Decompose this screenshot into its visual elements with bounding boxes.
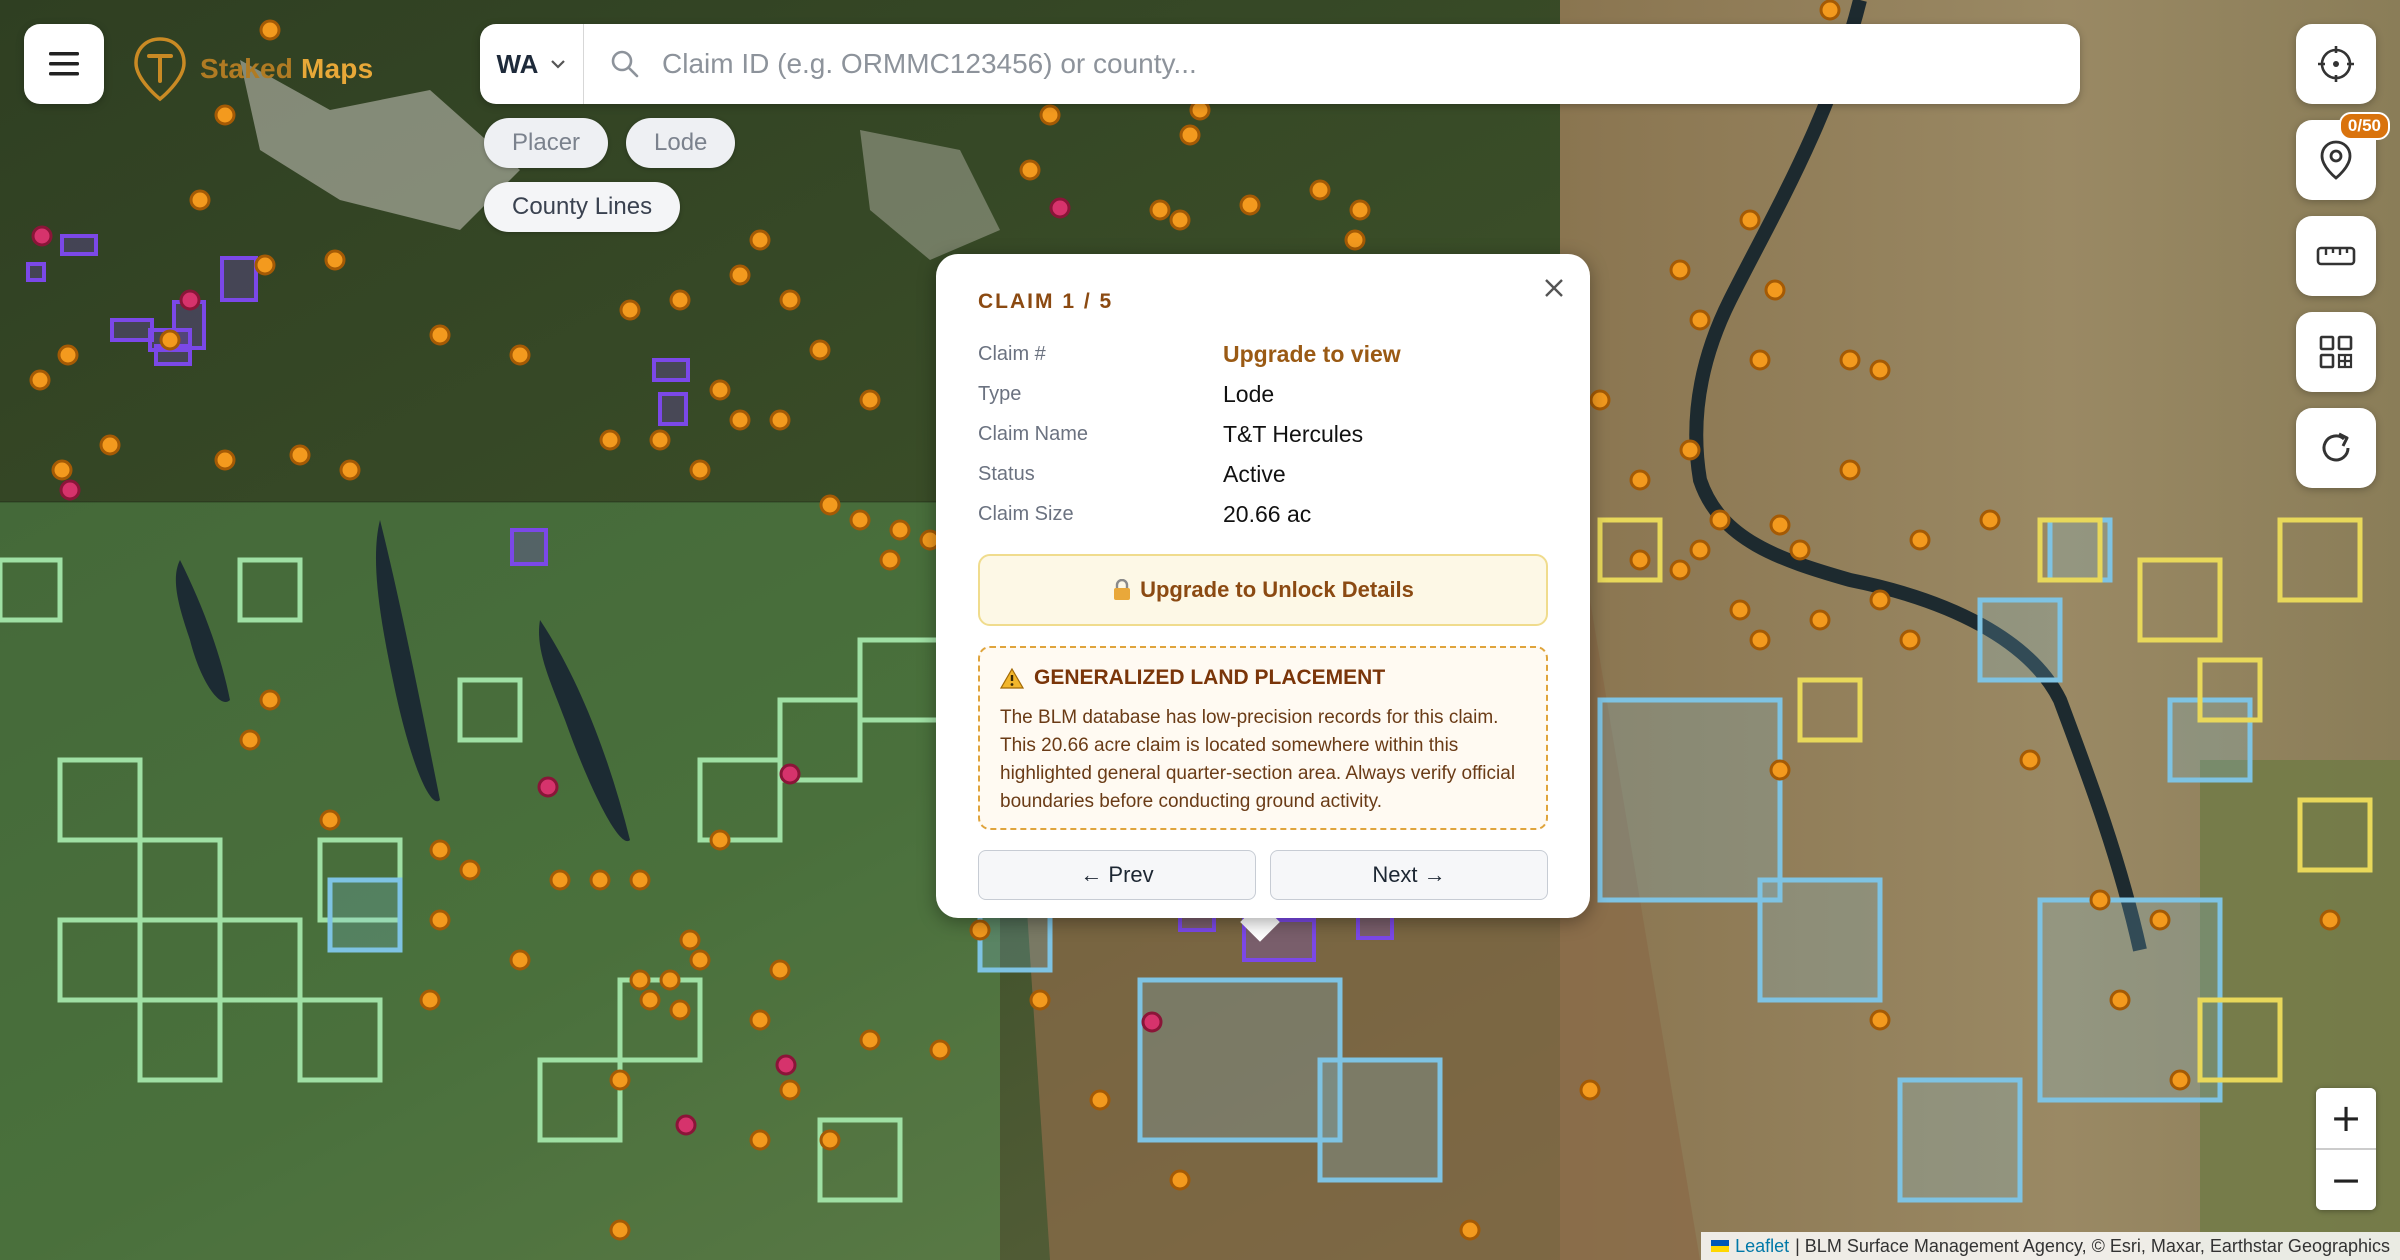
field-row: Claim Size 20.66 ac xyxy=(978,494,1548,534)
chevron-down-icon xyxy=(551,60,566,69)
field-label: Claim Size xyxy=(978,502,1074,525)
field-label: Status xyxy=(978,462,1035,485)
field-row: Claim Name T&T Hercules xyxy=(978,414,1548,454)
filter-chip-lode[interactable]: Lode xyxy=(626,118,736,168)
search-input[interactable] xyxy=(640,24,2080,104)
layers-button[interactable] xyxy=(2296,312,2376,392)
filter-chip-placer[interactable]: Placer xyxy=(484,118,609,168)
locate-button[interactable] xyxy=(2296,24,2376,104)
placement-warning: GENERALIZED LAND PLACEMENT The BLM datab… xyxy=(978,646,1548,830)
field-row: Claim # Upgrade to view xyxy=(978,334,1548,374)
saved-count-badge: 0/50 xyxy=(2338,112,2390,140)
state-select-value: WA xyxy=(496,48,539,79)
claim-number-upgrade-link[interactable]: Upgrade to view xyxy=(1223,341,1401,368)
refresh-button[interactable] xyxy=(2296,408,2376,488)
upgrade-button[interactable]: Upgrade to Unlock Details xyxy=(978,554,1548,626)
search-bar: WA xyxy=(480,24,2080,104)
filter-chip-county-lines[interactable]: County Lines xyxy=(484,182,681,232)
close-icon xyxy=(1545,279,1563,297)
field-label: Claim Name xyxy=(978,422,1089,445)
app-logo[interactable]: Staked Maps xyxy=(132,34,373,104)
ukraine-flag-icon xyxy=(1711,1240,1730,1252)
menu-button[interactable] xyxy=(24,24,104,104)
field-label: Claim # xyxy=(978,342,1046,365)
field-value: 20.66 ac xyxy=(1223,500,1312,527)
zoom-in-button[interactable]: + xyxy=(2316,1088,2376,1148)
close-button[interactable] xyxy=(1534,268,1574,308)
field-value: Lode xyxy=(1223,380,1275,407)
field-value: Active xyxy=(1223,460,1286,487)
attribution-text: | BLM Surface Management Agency, © Esri,… xyxy=(1795,1235,2390,1256)
popup-navigation: ← Prev Next → xyxy=(978,850,1548,900)
warning-icon xyxy=(1000,667,1024,689)
filter-chip-label: Lode xyxy=(654,129,708,156)
field-row: Type Lode xyxy=(978,374,1548,414)
field-row: Status Active xyxy=(978,454,1548,494)
measure-button[interactable] xyxy=(2296,216,2376,296)
saved-claims-button[interactable]: 0/50 xyxy=(2296,112,2390,200)
claim-popup: CLAIM 1 / 5 Claim # Upgrade to view Type… xyxy=(936,254,1590,918)
state-select[interactable]: WA xyxy=(480,24,584,104)
prev-button[interactable]: ← Prev xyxy=(978,850,1256,900)
lock-icon xyxy=(1114,579,1131,600)
ruler-icon xyxy=(2316,246,2356,266)
zoom-control: + − xyxy=(2316,1088,2376,1210)
next-button[interactable]: Next → xyxy=(1270,850,1548,900)
pin-logo-icon xyxy=(134,37,186,102)
leaflet-link[interactable]: Leaflet xyxy=(1735,1236,1789,1257)
search-icon xyxy=(610,49,640,79)
warning-title: GENERALIZED LAND PLACEMENT xyxy=(1034,666,1386,689)
popup-title: CLAIM 1 / 5 xyxy=(978,290,1114,313)
filter-chip-label: Placer xyxy=(512,129,581,156)
refresh-icon xyxy=(2322,432,2350,462)
warning-body: The BLM database has low-precision recor… xyxy=(1000,707,1516,812)
crosshair-icon xyxy=(2318,46,2354,82)
filter-chip-label: County Lines xyxy=(512,193,653,220)
upgrade-label: Upgrade to Unlock Details xyxy=(1140,577,1414,602)
map-pin-icon xyxy=(2320,140,2352,180)
app-name: Staked Maps xyxy=(200,53,374,84)
field-label: Type xyxy=(978,382,1022,405)
map-attribution: Leaflet | BLM Surface Management Agency,… xyxy=(1701,1232,2400,1260)
blm-tint xyxy=(0,502,1000,1260)
zoom-out-button[interactable]: − xyxy=(2316,1150,2376,1210)
field-value: T&T Hercules xyxy=(1223,420,1364,447)
grid-icon xyxy=(2319,335,2353,369)
hamburger-icon xyxy=(49,52,79,76)
